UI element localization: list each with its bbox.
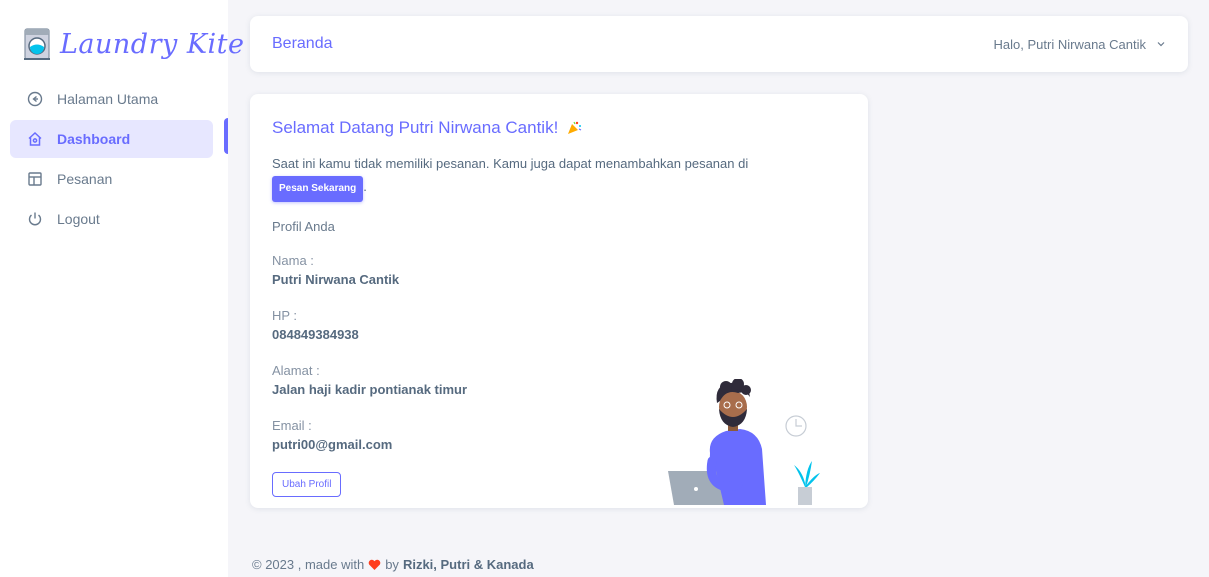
field-value: Putri Nirwana Cantik <box>272 272 400 287</box>
user-dropdown[interactable]: Halo, Putri Nirwana Cantik <box>994 37 1166 52</box>
field-value: 084849384938 <box>272 327 359 342</box>
sidebar-item-halaman-utama[interactable]: Halaman Utama <box>10 80 213 118</box>
sidebar-menu: Halaman Utama Dashboard Pesanan Logout <box>10 80 213 240</box>
navbar: Beranda Halo, Putri Nirwana Cantik <box>250 16 1188 72</box>
brand[interactable]: Laundry Kite <box>24 22 244 66</box>
sidebar-item-label: Halaman Utama <box>57 91 159 107</box>
footer: © 2023 , made with by Rizki, Putri & Kan… <box>252 557 534 572</box>
heart-icon <box>368 559 381 570</box>
home-icon <box>28 131 42 146</box>
layout-icon <box>28 172 42 186</box>
party-popper-icon <box>568 121 582 134</box>
intro-text: Saat ini kamu tidak memiliki pesanan. Ka… <box>272 156 749 171</box>
sidebar-item-label: Logout <box>57 211 100 227</box>
sidebar-item-label: Dashboard <box>57 131 131 147</box>
active-indicator <box>224 118 228 154</box>
footer-prefix: © 2023 , made with <box>252 557 365 572</box>
profile-heading: Profil Anda <box>272 219 335 234</box>
field-label: Nama : <box>272 253 314 268</box>
man-with-laptop-illustration <box>668 379 820 505</box>
sidebar-item-logout[interactable]: Logout <box>10 200 213 238</box>
chevron-down-icon <box>1157 42 1165 47</box>
field-label: HP : <box>272 308 298 323</box>
sidebar: Laundry Kite Halaman Utama Dashboard Pes… <box>0 0 244 577</box>
page-title: Beranda <box>272 35 333 52</box>
intro-suffix: . <box>363 179 367 194</box>
power-icon <box>28 212 42 226</box>
sidebar-item-pesanan[interactable]: Pesanan <box>10 160 213 198</box>
order-now-button[interactable]: Pesan Sekarang <box>272 176 364 202</box>
profile-field-phone: HP : 084849384938 <box>272 307 846 344</box>
sidebar-item-label: Pesanan <box>57 171 113 187</box>
welcome-heading: Selamat Datang Putri Nirwana Cantik! <box>272 118 846 138</box>
edit-profile-button[interactable]: Ubah Profil <box>272 472 342 497</box>
user-greeting: Halo, Putri Nirwana Cantik <box>993 36 1146 52</box>
washing-machine-logo-icon <box>24 28 50 60</box>
profile-field-name: Nama : Putri Nirwana Cantik <box>272 252 846 289</box>
field-label: Alamat : <box>272 363 320 378</box>
sidebar-item-dashboard[interactable]: Dashboard <box>10 120 213 158</box>
intro-paragraph: Saat ini kamu tidak memiliki pesanan. Ka… <box>272 154 846 202</box>
footer-authors[interactable]: Rizki, Putri & Kanada <box>403 557 534 572</box>
welcome-text: Selamat Datang Putri Nirwana Cantik! <box>272 118 559 137</box>
footer-by: by <box>385 557 399 572</box>
brand-name: Laundry Kite <box>60 28 245 60</box>
arrow-left-circle-icon <box>27 91 43 107</box>
welcome-card: Selamat Datang Putri Nirwana Cantik! Saa… <box>250 94 868 508</box>
